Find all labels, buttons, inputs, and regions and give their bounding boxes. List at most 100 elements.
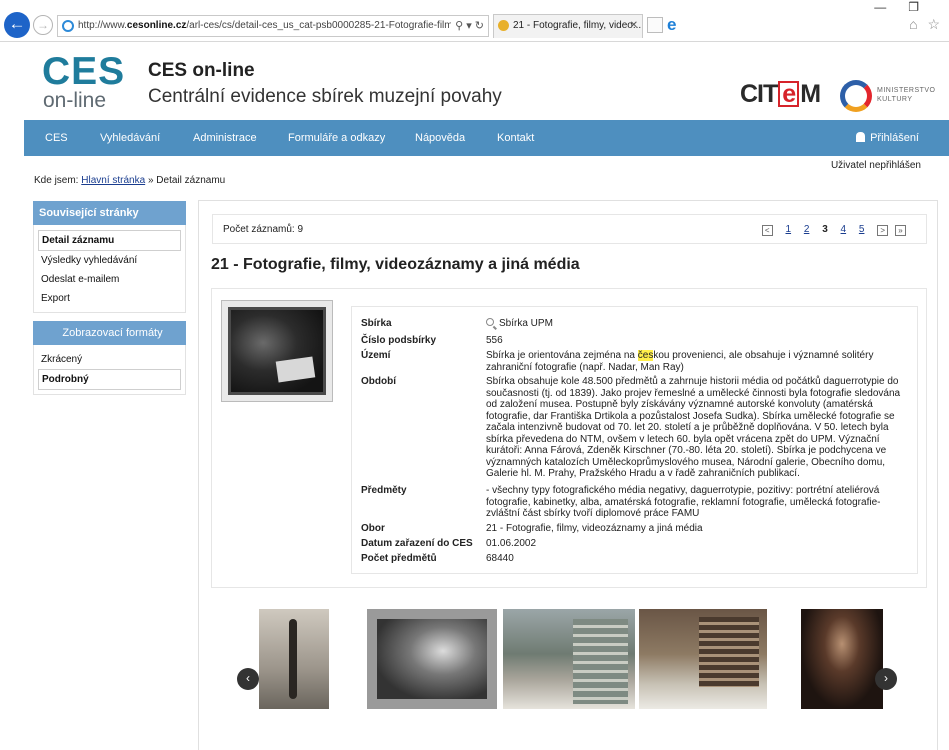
sidebar-item-email[interactable]: Odeslat e-mailem (38, 270, 181, 289)
home-star-icon[interactable]: ⌂ ☆ (909, 16, 943, 33)
related-pages-box: Související stránky Detail záznamu Výsle… (33, 201, 186, 313)
field-label: Počet předmětů (361, 553, 437, 564)
gallery-image-2[interactable] (367, 609, 497, 709)
field-label: Datum zařazení do CES (361, 538, 473, 549)
logo-online-text: on-line (43, 89, 107, 112)
forward-button[interactable]: → (33, 15, 53, 35)
results-count: Počet záznamů: 9 (223, 224, 304, 235)
breadcrumb-home-link[interactable]: Hlavní stránka (81, 175, 145, 186)
field-label: Číslo podsbírky (361, 335, 437, 346)
main-nav: CES Vyhledávání Administrace Formuláře a… (24, 120, 949, 156)
record-detail: Sbírka Sbírka UPM Číslo podsbírky 556 Úz… (211, 288, 927, 588)
display-formats-list: Zkrácený Podrobný (33, 345, 186, 395)
format-item-short[interactable]: Zkrácený (38, 350, 181, 369)
breadcrumb: Kde jsem: Hlavní stránka » Detail záznam… (34, 175, 225, 186)
nav-item-ces[interactable]: CES (45, 120, 68, 156)
search-refresh-icon[interactable]: ⚲ ▾ ↻ (451, 16, 484, 36)
field-label: Sbírka (361, 318, 392, 329)
logo-ces-text: CES (42, 50, 126, 93)
archive-shelves (573, 619, 628, 704)
field-value[interactable]: Sbírka UPM (486, 318, 906, 330)
login-label: Přihlášení (870, 132, 919, 144)
site-title: CES on-line (148, 60, 255, 81)
main-content: Počet záznamů: 9 < 1 2 3 4 5 > » 21 - Fo… (198, 200, 938, 750)
related-pages-list: Detail záznamu Výsledky vyhledávání Odes… (33, 225, 186, 313)
record-thumbnail[interactable] (221, 300, 333, 402)
ie-logo-icon: e (667, 15, 677, 34)
page-link-1[interactable]: 1 (786, 224, 792, 235)
field-value: 01.06.2002 (486, 538, 537, 549)
archive-shelves (699, 617, 759, 687)
display-formats-title: Zobrazovací formáty (33, 321, 186, 345)
format-item-detailed[interactable]: Podrobný (38, 369, 181, 390)
gallery-prev-button[interactable]: ‹ (237, 668, 259, 690)
collection-link[interactable]: Sbírka UPM (499, 318, 553, 329)
nav-item-search[interactable]: Vyhledávání (100, 120, 160, 156)
nav-item-help[interactable]: Nápověda (415, 120, 465, 156)
page-current: 3 (822, 224, 828, 235)
photo-inner (377, 619, 487, 699)
nav-item-contact[interactable]: Kontakt (497, 120, 534, 156)
citem-logo[interactable]: CIT e M (740, 80, 821, 109)
nav-item-forms[interactable]: Formuláře a odkazy (288, 120, 385, 156)
ministry-text: MINISTERSTVO KULTURY (877, 86, 936, 104)
url-path: /arl-ces/cs/detail-ces_us_cat-psb0000285… (186, 20, 485, 31)
breadcrumb-separator: » (147, 175, 154, 186)
gallery-image-1[interactable] (259, 609, 329, 709)
browser-tab[interactable]: 21 - Fotografie, filmy, video... ✕ (493, 14, 643, 38)
tab-favicon-icon (498, 20, 509, 31)
window-controls[interactable]: —❐ (874, 0, 941, 14)
first-page-icon[interactable]: < (761, 225, 773, 236)
browser-toolbar: ← → http://www.cesonline.cz/arl-ces/cs/d… (0, 0, 949, 42)
new-tab-button[interactable] (647, 17, 663, 33)
results-bar: Počet záznamů: 9 < 1 2 3 4 5 > » (212, 214, 927, 244)
breadcrumb-prefix: Kde jsem: (34, 175, 79, 186)
field-value: Sbírka obsahuje kole 48.500 předmětů a z… (486, 376, 901, 479)
url-prefix: http://www. (78, 20, 127, 31)
next-page-icon[interactable]: > (877, 225, 889, 236)
login-link[interactable]: Přihlášení (856, 120, 919, 156)
ministry-line-1: MINISTERSTVO (877, 87, 936, 94)
display-formats-box: Zobrazovací formáty Zkrácený Podrobný (33, 321, 186, 395)
page-link-4[interactable]: 4 (841, 224, 847, 235)
image-gallery: ‹ › (199, 606, 939, 716)
record-title: 21 - Fotografie, filmy, videozáznamy a j… (211, 256, 580, 273)
page-link-2[interactable]: 2 (804, 224, 810, 235)
gallery-image-4[interactable] (639, 609, 767, 709)
back-button[interactable]: ← (4, 12, 30, 38)
pager: < 1 2 3 4 5 > » (752, 224, 906, 236)
field-value: 68440 (486, 553, 514, 564)
sidebar-item-export[interactable]: Export (38, 289, 181, 308)
citem-logo-e: e (778, 81, 800, 107)
citem-logo-right: M (800, 80, 821, 108)
thumbnail-photo (228, 307, 326, 395)
field-value: Sbírka je orientována zejména na českou … (486, 350, 906, 373)
field-label: Obor (361, 523, 385, 534)
last-page-icon[interactable]: » (895, 225, 906, 236)
field-label: Období (361, 376, 396, 387)
ministry-logo-icon[interactable] (840, 80, 872, 112)
field-value: 556 (486, 335, 503, 346)
page-link-5[interactable]: 5 (859, 224, 865, 235)
citem-logo-left: CIT (740, 80, 778, 108)
field-label: Území (361, 350, 391, 361)
user-status: Uživatel nepřihlášen (830, 160, 921, 171)
ces-logo[interactable]: CES on-line (42, 50, 126, 112)
gallery-image-5[interactable] (801, 609, 883, 709)
sidebar-item-detail[interactable]: Detail záznamu (38, 230, 181, 251)
record-properties: Sbírka Sbírka UPM Číslo podsbírky 556 Úz… (351, 306, 918, 574)
nav-item-admin[interactable]: Administrace (193, 120, 257, 156)
territory-text-1: Sbírka je orientována zejména na (486, 350, 638, 361)
user-icon (856, 132, 866, 142)
tab-title: 21 - Fotografie, filmy, video... (513, 20, 642, 31)
close-tab-icon[interactable]: ✕ (630, 15, 638, 37)
gallery-next-button[interactable]: › (875, 668, 897, 690)
gallery-image-3[interactable] (503, 609, 635, 709)
sidebar-item-results[interactable]: Výsledky vyhledávání (38, 251, 181, 270)
field-label: Předměty (361, 485, 407, 496)
site-favicon-icon (62, 20, 74, 32)
search-highlight: čes (637, 350, 654, 361)
ministry-line-2: KULTURY (877, 96, 913, 103)
address-bar[interactable]: http://www.cesonline.cz/arl-ces/cs/detai… (57, 15, 489, 37)
url-domain: cesonline.cz (126, 20, 187, 31)
